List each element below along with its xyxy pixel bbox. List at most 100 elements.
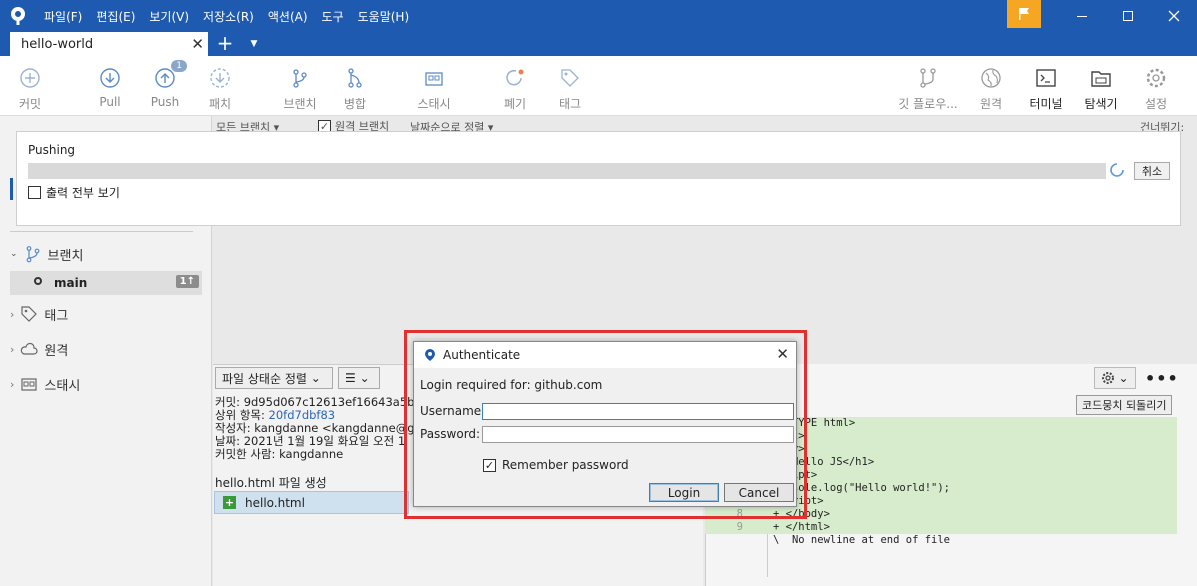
remember-password-option[interactable]: ✓ Remember password (483, 458, 629, 472)
diff-settings-dropdown[interactable]: ⌄ (1094, 367, 1136, 389)
git-flow-label: 깃 플로우... (898, 97, 958, 111)
settings-button[interactable]: 설정 (1141, 56, 1171, 116)
push-cancel-button[interactable]: 취소 (1134, 162, 1170, 180)
tags-header-label: 태그 (44, 308, 69, 324)
login-button[interactable]: Login (649, 483, 719, 502)
remember-password-checkbox[interactable]: ✓ (483, 458, 496, 472)
view-mode-dropdown[interactable]: ☰ ⌄ (338, 367, 380, 389)
menu-tools[interactable]: 도구 (322, 8, 344, 25)
toolbar: 커밋 Pull 1 Push 패치 브랜치 병합 스태시 폐기 태그 깃 플로우… (0, 56, 1197, 116)
branches-header-label: 브랜치 (47, 248, 84, 264)
stashes-header-label: 스태시 (44, 378, 81, 394)
tab-dropdown-icon[interactable]: ▼ (246, 32, 262, 56)
dialog-title: Authenticate (443, 348, 521, 362)
discard-label: 폐기 (503, 97, 527, 111)
new-tab-button[interactable]: + (214, 32, 236, 56)
tab-bar: hello-world ✕ + ▼ (0, 32, 1197, 56)
discard-icon (506, 69, 524, 86)
sidebar-selection-marker (10, 178, 13, 200)
menu-bar: 파일(F) 편집(E) 보기(V) 저장소(R) 액션(A) 도구 도움말(H) (44, 0, 409, 32)
terminal-label: 터미널 (1029, 97, 1063, 111)
terminal-icon (1036, 69, 1056, 87)
explorer-button[interactable]: 탐색기 (1082, 56, 1120, 116)
tab-close-icon[interactable]: ✕ (191, 35, 204, 53)
tab-hello-world[interactable]: hello-world ✕ (10, 32, 208, 56)
merge-button[interactable]: 병합 (340, 56, 370, 116)
git-flow-button[interactable]: 깃 플로우... (895, 56, 961, 116)
committer-line: 커밋한 사람: kangdanne (215, 447, 344, 461)
cancel-button[interactable]: Cancel (724, 483, 794, 502)
list-icon: ☰ (345, 371, 356, 385)
ahead-count-badge: 1↑ (175, 275, 199, 288)
diff-line-code: \ No newline at end of file (773, 534, 951, 546)
explorer-label: 탐색기 (1084, 97, 1118, 111)
pull-button[interactable]: Pull (95, 56, 125, 116)
push-label: Push (150, 95, 180, 109)
terminal-button[interactable]: 터미널 (1027, 56, 1065, 116)
sidebar-stashes-header[interactable]: › 스태시 (10, 373, 80, 395)
cloud-icon (21, 342, 38, 355)
sidebar-remotes-header[interactable]: › 원격 (10, 338, 68, 360)
parent-link[interactable]: 20fd7dbf83 (269, 408, 336, 422)
branch-icon (293, 69, 307, 88)
gear-icon (1146, 68, 1166, 88)
commit-icon (20, 68, 40, 88)
tab-label: hello-world (21, 36, 94, 52)
menu-repository[interactable]: 저장소(R) (203, 8, 254, 25)
git-flow-icon (920, 68, 936, 88)
close-window-button[interactable] (1151, 0, 1197, 32)
diff-line: \ No newline at end of file (705, 534, 1177, 547)
push-progress-panel: Pushing 취소 출력 전부 보기 (16, 131, 1181, 226)
menu-edit[interactable]: 편집(E) (96, 8, 135, 25)
push-progress-bar (28, 163, 1106, 179)
show-all-output-label: 출력 전부 보기 (46, 186, 120, 200)
file-added-icon: + (223, 496, 236, 509)
fetch-button[interactable]: 패치 (205, 56, 235, 116)
stash-label: 스태시 (417, 97, 451, 111)
branch-button[interactable]: 브랜치 (280, 56, 320, 116)
dialog-close-icon[interactable]: ✕ (776, 345, 789, 363)
username-input[interactable] (482, 403, 794, 420)
file-sort-dropdown[interactable]: 파일 상태순 정렬 ⌄ (215, 367, 333, 389)
revert-hunk-button[interactable]: 코드뭉치 되돌리기 (1076, 395, 1173, 415)
menu-help[interactable]: 도움말(H) (358, 8, 410, 25)
globe-icon (981, 68, 1001, 88)
remote-label: 원격 (979, 97, 1003, 111)
file-row-hello-html[interactable]: + hello.html (214, 491, 409, 514)
diff-line-number: 9 (736, 521, 743, 533)
sidebar-branches-header[interactable]: ⌄ 브랜치 (10, 243, 83, 265)
push-count-badge: 1 (171, 60, 187, 72)
commit-button[interactable]: 커밋 (13, 56, 47, 116)
minimize-button[interactable] (1059, 0, 1105, 32)
fetch-icon (210, 68, 230, 88)
tag-icon (21, 306, 38, 322)
branch-name: main (54, 276, 88, 290)
authenticate-dialog: Authenticate ✕ Login required for: githu… (413, 341, 797, 507)
maximize-button[interactable] (1105, 0, 1151, 32)
settings-label: 설정 (1144, 97, 1168, 111)
username-label: Username: (420, 404, 486, 418)
show-all-output-option[interactable]: 출력 전부 보기 (28, 184, 120, 201)
discard-button[interactable]: 폐기 (500, 56, 530, 116)
remote-button[interactable]: 원격 (976, 56, 1006, 116)
menu-actions[interactable]: 액션(A) (268, 8, 308, 25)
merge-label: 병합 (343, 97, 367, 111)
show-all-output-checkbox[interactable] (28, 186, 41, 199)
stash-button[interactable]: 스태시 (412, 56, 456, 116)
pull-icon (100, 68, 120, 88)
more-options-icon[interactable]: ••• (1145, 369, 1179, 388)
tag-button[interactable]: 태그 (555, 56, 585, 116)
sidebar-divider (10, 231, 193, 232)
sidebar-tags-header[interactable]: › 태그 (10, 303, 68, 325)
push-button[interactable]: 1 Push (149, 56, 187, 116)
remember-password-label: Remember password (502, 458, 629, 472)
menu-view[interactable]: 보기(V) (149, 8, 189, 25)
sidebar-item-main[interactable]: main 1↑ (10, 271, 202, 295)
login-required-text: Login required for: github.com (420, 378, 603, 392)
push-title: Pushing (28, 143, 76, 157)
password-input[interactable] (482, 426, 794, 443)
menu-file[interactable]: 파일(F) (44, 8, 82, 25)
dialog-titlebar: Authenticate ✕ (414, 342, 796, 368)
tag-icon (561, 69, 579, 87)
flag-button[interactable] (1007, 0, 1041, 28)
